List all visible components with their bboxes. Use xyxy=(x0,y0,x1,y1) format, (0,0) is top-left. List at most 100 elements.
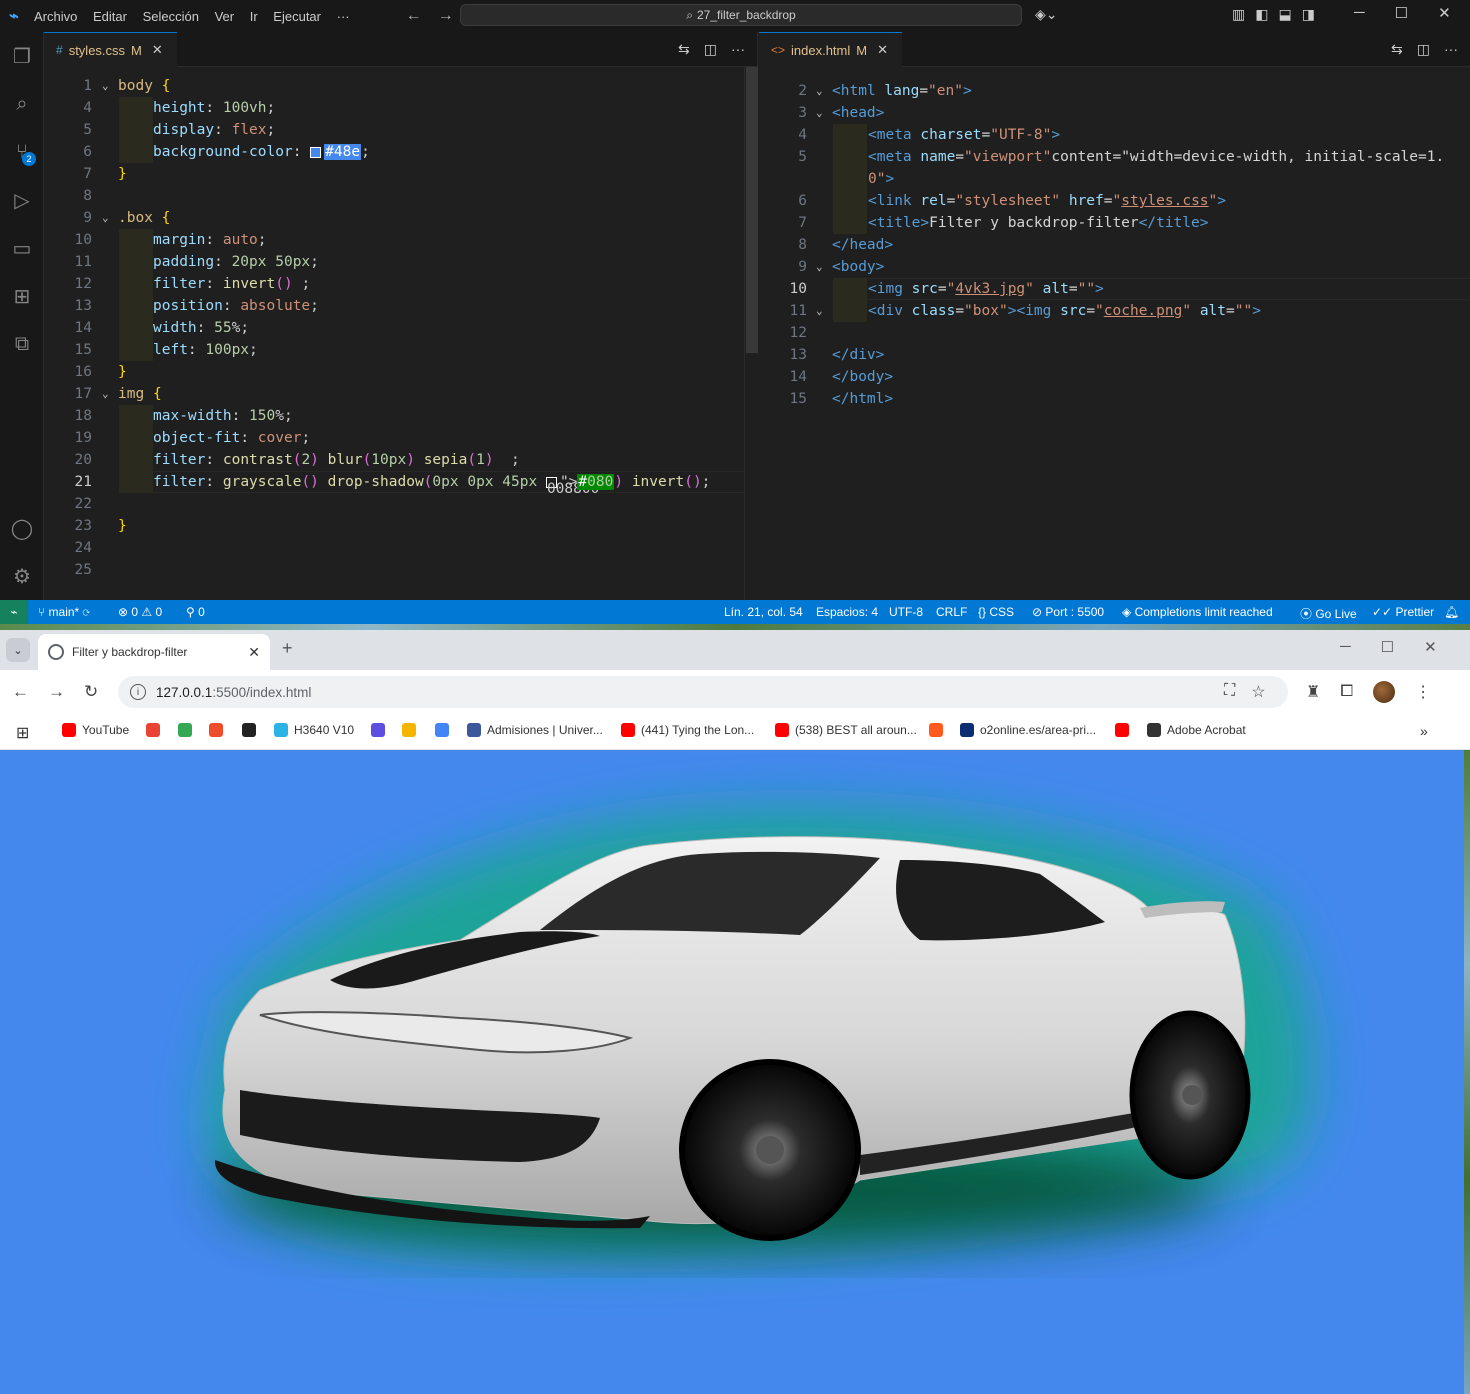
fold-chevron-icon[interactable]: ⌄ xyxy=(102,207,109,229)
bookmark-item[interactable] xyxy=(242,723,256,737)
code-line[interactable]: 24 xyxy=(44,537,757,559)
tab-search-chevron-icon[interactable]: ⌄ xyxy=(6,638,30,662)
problems-indicator[interactable]: ⊗ 0 ⚠ 0 xyxy=(118,605,162,619)
code-line[interactable]: 13 position: absolute; xyxy=(44,295,757,317)
explorer-icon[interactable]: ❐ xyxy=(8,42,36,70)
code-line[interactable]: 11 padding: 20px 50px; xyxy=(44,251,757,273)
prettier-status[interactable]: ✓✓ Prettier xyxy=(1372,605,1434,619)
forward-arrow-icon[interactable]: → xyxy=(48,682,65,702)
more-actions-icon[interactable]: ··· xyxy=(1444,41,1458,58)
cursor-position[interactable]: Lín. 21, col. 54 xyxy=(724,605,803,619)
code-line[interactable]: 10 <img src="4vk3.jpg" alt=""> xyxy=(759,278,1470,300)
code-line[interactable]: 10 margin: auto; xyxy=(44,229,757,251)
bookmark-item[interactable]: Admisiones | Univer... xyxy=(467,723,603,737)
more-bookmarks-icon[interactable]: » xyxy=(1420,723,1428,739)
back-arrow-icon[interactable]: ← xyxy=(406,7,422,25)
scrollbar-thumb[interactable] xyxy=(746,67,758,353)
close-icon[interactable]: ✕ xyxy=(1438,4,1451,22)
bookmark-item[interactable]: o2online.es/area-pri... xyxy=(960,723,1096,737)
bookmark-item[interactable]: Adobe Acrobat xyxy=(1147,723,1246,737)
copilot-icon[interactable]: ◈⌄ xyxy=(1035,6,1058,23)
remote-explorer-icon[interactable]: ▭ xyxy=(8,234,36,262)
editor-styles-css[interactable]: # styles.css M ✕ ⇆ ◫ ··· 1 ⌄ body {4 height… xyxy=(44,32,758,600)
bookmark-item[interactable] xyxy=(371,723,385,737)
fold-chevron-icon[interactable]: ⌄ xyxy=(816,256,823,278)
tab-index-html[interactable]: <> index.html M ✕ xyxy=(759,32,903,67)
toggle-panel-icon[interactable]: ⬓ xyxy=(1278,6,1291,23)
apps-grid-icon[interactable]: ⊞ xyxy=(16,723,29,743)
menu-ver[interactable]: Ver xyxy=(209,9,241,24)
code-line[interactable]: 22 xyxy=(44,493,757,515)
ports-indicator[interactable]: ⚲ 0 xyxy=(186,605,205,619)
copilot-status[interactable]: ◈ Completions limit reached xyxy=(1122,605,1273,619)
code-line[interactable]: 12 filter: invert() ; xyxy=(44,273,757,295)
code-line[interactable]: 14 </body> xyxy=(759,366,1470,388)
encoding[interactable]: UTF-8 xyxy=(889,605,923,619)
code-line[interactable]: 7 <title>Filter y backdrop-filter</title> xyxy=(759,212,1470,234)
search-icon[interactable]: ⌕ xyxy=(8,90,36,118)
settings-gear-icon[interactable]: ⚙ xyxy=(8,562,36,590)
translate-icon[interactable]: ⛶ xyxy=(1224,682,1235,702)
indentation[interactable]: Espacios: 4 xyxy=(816,605,878,619)
code-line[interactable]: 6 <link rel="stylesheet" href="styles.css… xyxy=(759,190,1470,212)
compare-changes-icon[interactable]: ⇆ xyxy=(1391,41,1403,58)
split-editor-icon[interactable]: ◫ xyxy=(1417,41,1430,58)
new-tab-plus-icon[interactable]: + xyxy=(282,638,293,659)
minimize-icon[interactable]: ─ xyxy=(1354,4,1365,22)
code-line[interactable]: 7} xyxy=(44,163,757,185)
language-mode[interactable]: {} CSS xyxy=(978,605,1014,619)
source-control-icon[interactable]: ⑂ 2 xyxy=(8,138,36,166)
bookmark-item[interactable]: H3640 V10 xyxy=(274,723,354,737)
code-line[interactable]: 5 <meta name="viewport"content="width=dev… xyxy=(759,146,1470,168)
menu-seleccion[interactable]: Selección xyxy=(137,9,205,24)
maximize-icon[interactable]: ☐ xyxy=(1381,638,1394,656)
bookmark-item[interactable] xyxy=(1115,723,1129,737)
fold-chevron-icon[interactable]: ⌄ xyxy=(102,75,109,97)
chrome-tab-active[interactable]: Filter y backdrop-filter ✕ xyxy=(38,634,270,670)
code-line[interactable]: 2 ⌄ <html lang="en"> xyxy=(759,80,1470,102)
code-line[interactable]: 17 ⌄ img { xyxy=(44,383,757,405)
code-line[interactable]: 9 ⌄ <body> xyxy=(759,256,1470,278)
reload-icon[interactable]: ↻ xyxy=(84,682,98,702)
code-line[interactable]: 8 xyxy=(44,185,757,207)
code-line[interactable]: 19 object-fit: cover; xyxy=(44,427,757,449)
toggle-secondary-sidebar-icon[interactable]: ◨ xyxy=(1302,6,1315,23)
customize-layout-icon[interactable]: ▥ xyxy=(1232,6,1245,23)
chrome-menu-icon[interactable]: ⋮ xyxy=(1415,682,1431,702)
bookmark-item[interactable]: (441) Tying the Lon... xyxy=(621,723,754,737)
bookmark-item[interactable] xyxy=(929,723,943,737)
run-debug-icon[interactable]: ▷ xyxy=(8,186,36,214)
menu-ejecutar[interactable]: Ejecutar xyxy=(267,9,327,24)
code-line[interactable]: 20 filter: contrast(2) blur(10px) sepia(1… xyxy=(44,449,757,471)
close-tab-icon[interactable]: ✕ xyxy=(877,42,888,58)
fold-chevron-icon[interactable]: ⌄ xyxy=(102,383,109,405)
fold-chevron-icon[interactable]: ⌄ xyxy=(816,300,823,322)
split-editor-icon[interactable]: ◫ xyxy=(704,41,717,58)
compare-changes-icon[interactable]: ⇆ xyxy=(678,41,690,58)
bookmark-item[interactable] xyxy=(402,723,416,737)
accounts-icon[interactable]: ◯ xyxy=(8,514,36,542)
site-info-icon[interactable]: i xyxy=(130,684,146,700)
line-ending[interactable]: CRLF xyxy=(936,605,967,619)
vertical-scrollbar[interactable] xyxy=(744,67,758,600)
address-bar[interactable]: i 127.0.0.1:5500/index.html xyxy=(118,676,1288,708)
bookmark-item[interactable]: (538) BEST all aroun... xyxy=(775,723,917,737)
code-line[interactable]: 23} xyxy=(44,515,757,537)
remote-indicator-icon[interactable]: ⌁ xyxy=(0,600,28,624)
go-live-button[interactable]: ⦿ Go Live xyxy=(1300,605,1357,622)
extension-icon[interactable]: ♜ xyxy=(1306,682,1320,702)
code-line[interactable]: 14 width: 55%; xyxy=(44,317,757,339)
code-line[interactable]: 8 </head> xyxy=(759,234,1470,256)
fold-chevron-icon[interactable]: ⌄ xyxy=(816,102,823,124)
bookmark-item[interactable] xyxy=(178,723,192,737)
fold-chevron-icon[interactable]: ⌄ xyxy=(816,80,823,102)
code-line[interactable]: 21 filter: grayscale() drop-shadow(0px 0p… xyxy=(44,471,757,497)
forward-arrow-icon[interactable]: → xyxy=(438,7,454,25)
extensions-puzzle-icon[interactable]: ⧠ xyxy=(1340,683,1353,701)
profile-avatar[interactable] xyxy=(1373,681,1396,703)
code-line[interactable]: 16} xyxy=(44,361,757,383)
menu-ir[interactable]: Ir xyxy=(244,9,264,24)
notifications-bell-icon[interactable]: 🔔︎ xyxy=(1444,605,1459,619)
live-share-icon[interactable]: ⧉ xyxy=(8,330,36,358)
code-line[interactable]: 12 xyxy=(759,322,1470,344)
